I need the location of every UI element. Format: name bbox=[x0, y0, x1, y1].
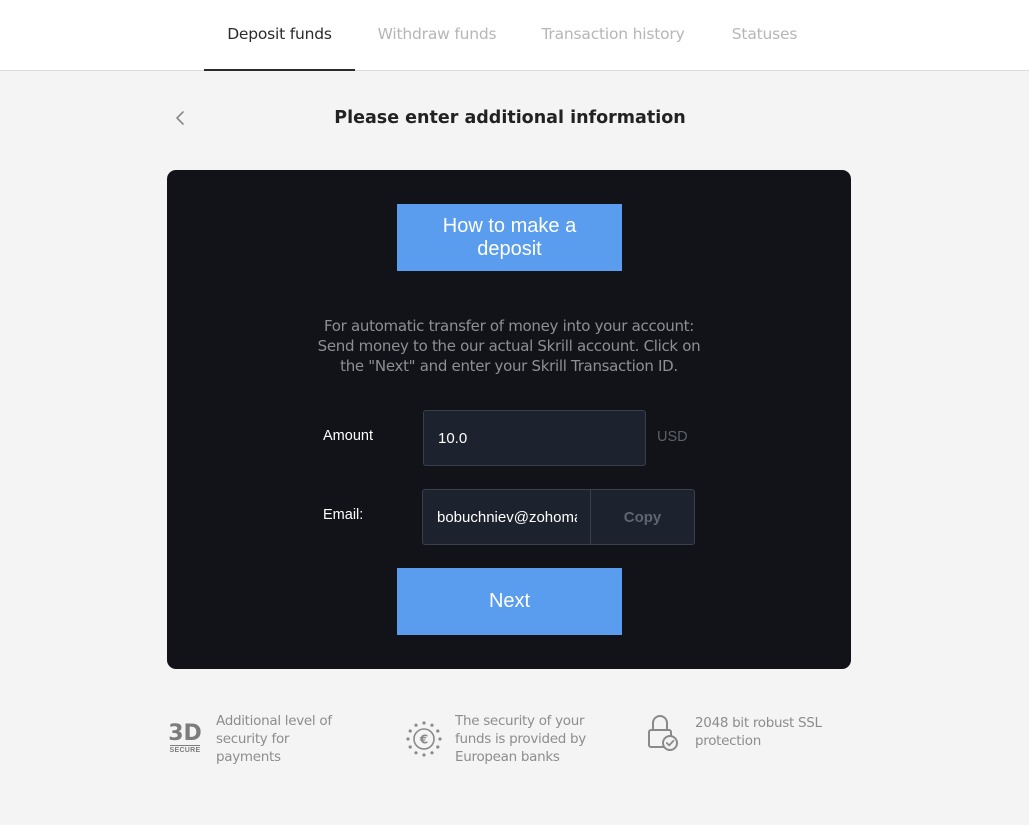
page-title: Please enter additional information bbox=[334, 108, 686, 128]
3d-secure-icon-subtext: SECURE bbox=[169, 745, 201, 754]
lock-check-icon bbox=[648, 715, 678, 751]
email-field[interactable] bbox=[422, 489, 591, 545]
tab-withdraw-funds[interactable]: Withdraw funds bbox=[370, 0, 504, 71]
instructions-text: For automatic transfer of money into you… bbox=[317, 317, 701, 375]
copy-button[interactable]: Copy bbox=[590, 489, 695, 545]
next-button[interactable]: Next bbox=[397, 568, 622, 635]
amount-input[interactable] bbox=[423, 410, 646, 466]
currency-label: USD bbox=[657, 429, 688, 445]
feature-text: Additional level of security for payment… bbox=[216, 713, 332, 765]
deposit-panel: How to make a deposit For automatic tran… bbox=[167, 170, 851, 669]
amount-label: Amount bbox=[323, 428, 373, 444]
euro-stars-icon: € bbox=[406, 721, 442, 757]
how-to-deposit-button[interactable]: How to make a deposit bbox=[397, 204, 622, 271]
tab-transaction-history[interactable]: Transaction history bbox=[534, 0, 692, 71]
back-button[interactable] bbox=[168, 106, 192, 130]
top-nav: Deposit funds Withdraw funds Transaction… bbox=[0, 0, 1029, 71]
3d-secure-icon: 3D SECURE bbox=[166, 719, 204, 759]
feature-3d-secure: 3D SECURE Additional level of security f… bbox=[166, 712, 356, 766]
feature-ssl: 2048 bit robust SSL protection bbox=[645, 712, 825, 752]
feature-text: 2048 bit robust SSL protection bbox=[695, 715, 822, 749]
3d-secure-icon-text: 3D bbox=[168, 721, 202, 746]
chevron-left-icon bbox=[176, 111, 184, 125]
feature-european-banks: € The security of your funds is provided… bbox=[404, 712, 590, 766]
tab-statuses[interactable]: Statuses bbox=[722, 0, 807, 71]
svg-text:€: € bbox=[419, 733, 428, 747]
tab-deposit-funds[interactable]: Deposit funds bbox=[204, 0, 355, 71]
feature-text: The security of your funds is provided b… bbox=[455, 713, 586, 765]
email-label: Email: bbox=[323, 507, 364, 523]
